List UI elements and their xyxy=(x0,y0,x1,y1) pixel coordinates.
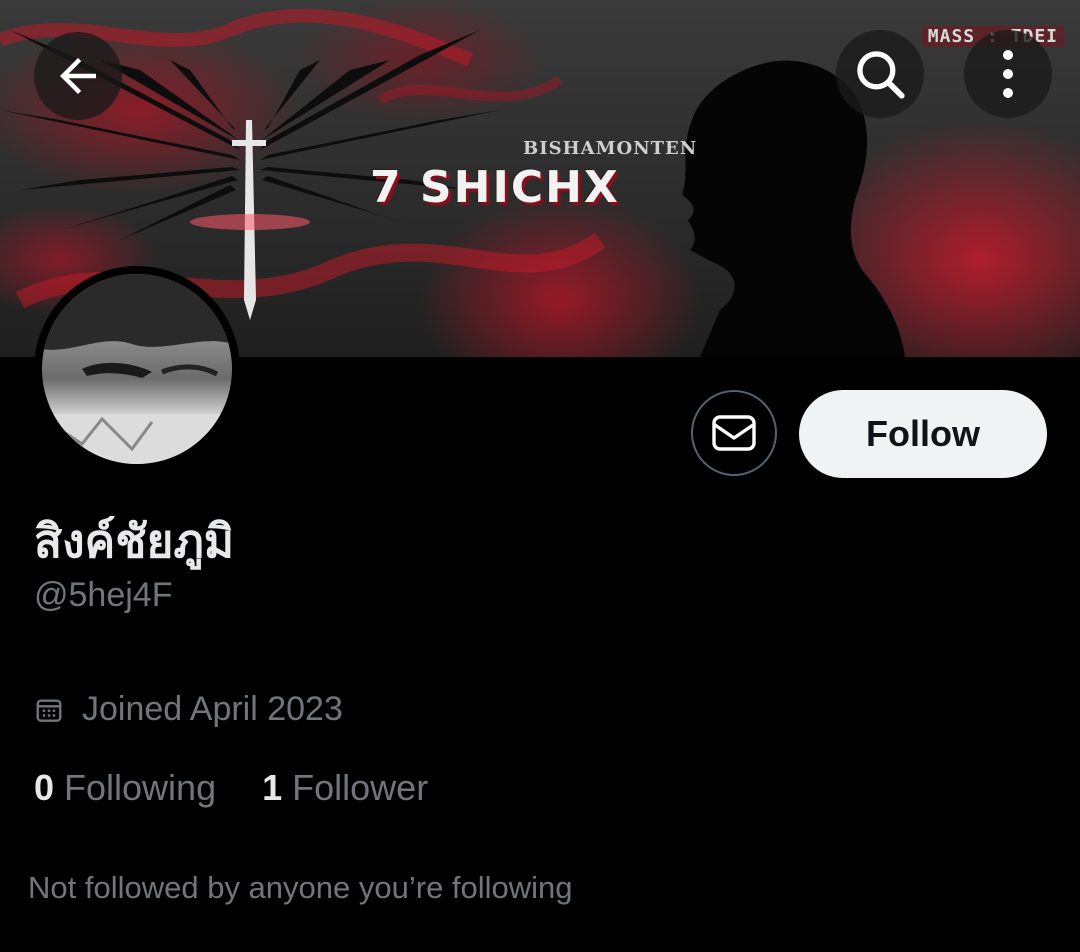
search-icon xyxy=(857,51,905,99)
banner-title: 7 SHICHX xyxy=(370,162,620,213)
followers-label: Follower xyxy=(292,767,429,808)
followers-count: 1 xyxy=(262,767,283,808)
search-button[interactable] xyxy=(836,30,924,118)
follow-button[interactable]: Follow xyxy=(799,390,1047,478)
display-name: สิงค์ชัยภูมิ xyxy=(34,514,235,568)
more-vertical-icon xyxy=(1003,50,1013,98)
envelope-icon xyxy=(712,415,756,451)
back-button[interactable] xyxy=(34,32,122,120)
banner-subtitle: BISHAMONTEN xyxy=(523,138,698,159)
profile-avatar[interactable] xyxy=(34,266,240,472)
followers-link[interactable]: 1 Follower xyxy=(262,767,428,809)
user-handle: @5hej4F xyxy=(34,576,173,614)
following-count: 0 xyxy=(34,767,55,808)
followed-by-notice: Not followed by anyone you’re following xyxy=(28,870,573,905)
following-label: Following xyxy=(64,767,217,808)
join-date: Joined April 2023 xyxy=(34,690,343,729)
calendar-icon xyxy=(36,698,62,722)
arrow-left-icon xyxy=(60,58,96,94)
avatar-photo xyxy=(42,274,232,464)
follow-stats: 0 Following 1 Follower xyxy=(34,767,428,809)
message-button[interactable] xyxy=(691,390,777,476)
following-link[interactable]: 0 Following xyxy=(34,767,216,809)
more-options-button[interactable] xyxy=(964,30,1052,118)
join-date-text: Joined April 2023 xyxy=(82,690,343,728)
